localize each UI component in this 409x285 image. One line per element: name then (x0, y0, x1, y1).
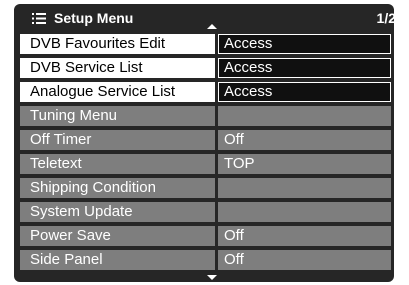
menu-item-label: Shipping Condition (20, 178, 215, 198)
menu-item-value: Access (218, 58, 391, 78)
menu-item-label: Analogue Service List (20, 82, 215, 102)
menu-item-label: Off Timer (20, 130, 215, 150)
menu-item-label: Tuning Menu (20, 106, 215, 126)
menu-item-value: Access (218, 34, 391, 54)
menu-item-value: TOP (218, 154, 391, 174)
scroll-up-arrow-icon[interactable] (207, 24, 217, 29)
menu-item-label: Power Save (20, 226, 215, 246)
menu-item[interactable]: Side Panel Off (20, 250, 391, 270)
menu-item-label: DVB Service List (20, 58, 215, 78)
menu-item-label: Side Panel (20, 250, 215, 270)
menu-item-label: System Update (20, 202, 215, 222)
menu-item[interactable]: Shipping Condition (20, 178, 391, 198)
menu-item-label: Teletext (20, 154, 215, 174)
menu-item[interactable]: Off Timer Off (20, 130, 391, 150)
scroll-down-arrow-icon[interactable] (207, 275, 217, 280)
menu-item[interactable]: Analogue Service List Access (20, 82, 391, 102)
menu-item-value: Off (218, 250, 391, 270)
menu-header: Setup Menu 1/2 (14, 4, 396, 32)
menu-item[interactable]: DVB Favourites Edit Access (20, 34, 391, 54)
menu-item-value (218, 178, 391, 198)
menu-item[interactable]: Tuning Menu (20, 106, 391, 126)
menu-item[interactable]: Power Save Off (20, 226, 391, 246)
setup-menu-panel: Setup Menu 1/2 DVB Favourites Edit Access… (14, 4, 396, 282)
menu-item[interactable]: Teletext TOP (20, 154, 391, 174)
menu-item-label: DVB Favourites Edit (20, 34, 215, 54)
page-indicator: 1/2 (376, 10, 396, 26)
list-menu-icon (32, 13, 46, 24)
page-title: Setup Menu (54, 10, 134, 26)
menu-item[interactable]: DVB Service List Access (20, 58, 391, 78)
menu-item[interactable]: System Update (20, 202, 391, 222)
menu-item-value (218, 202, 391, 222)
menu-item-value (218, 106, 391, 126)
menu-item-value: Access (218, 82, 391, 102)
menu-item-value: Off (218, 130, 391, 150)
menu-item-value: Off (218, 226, 391, 246)
